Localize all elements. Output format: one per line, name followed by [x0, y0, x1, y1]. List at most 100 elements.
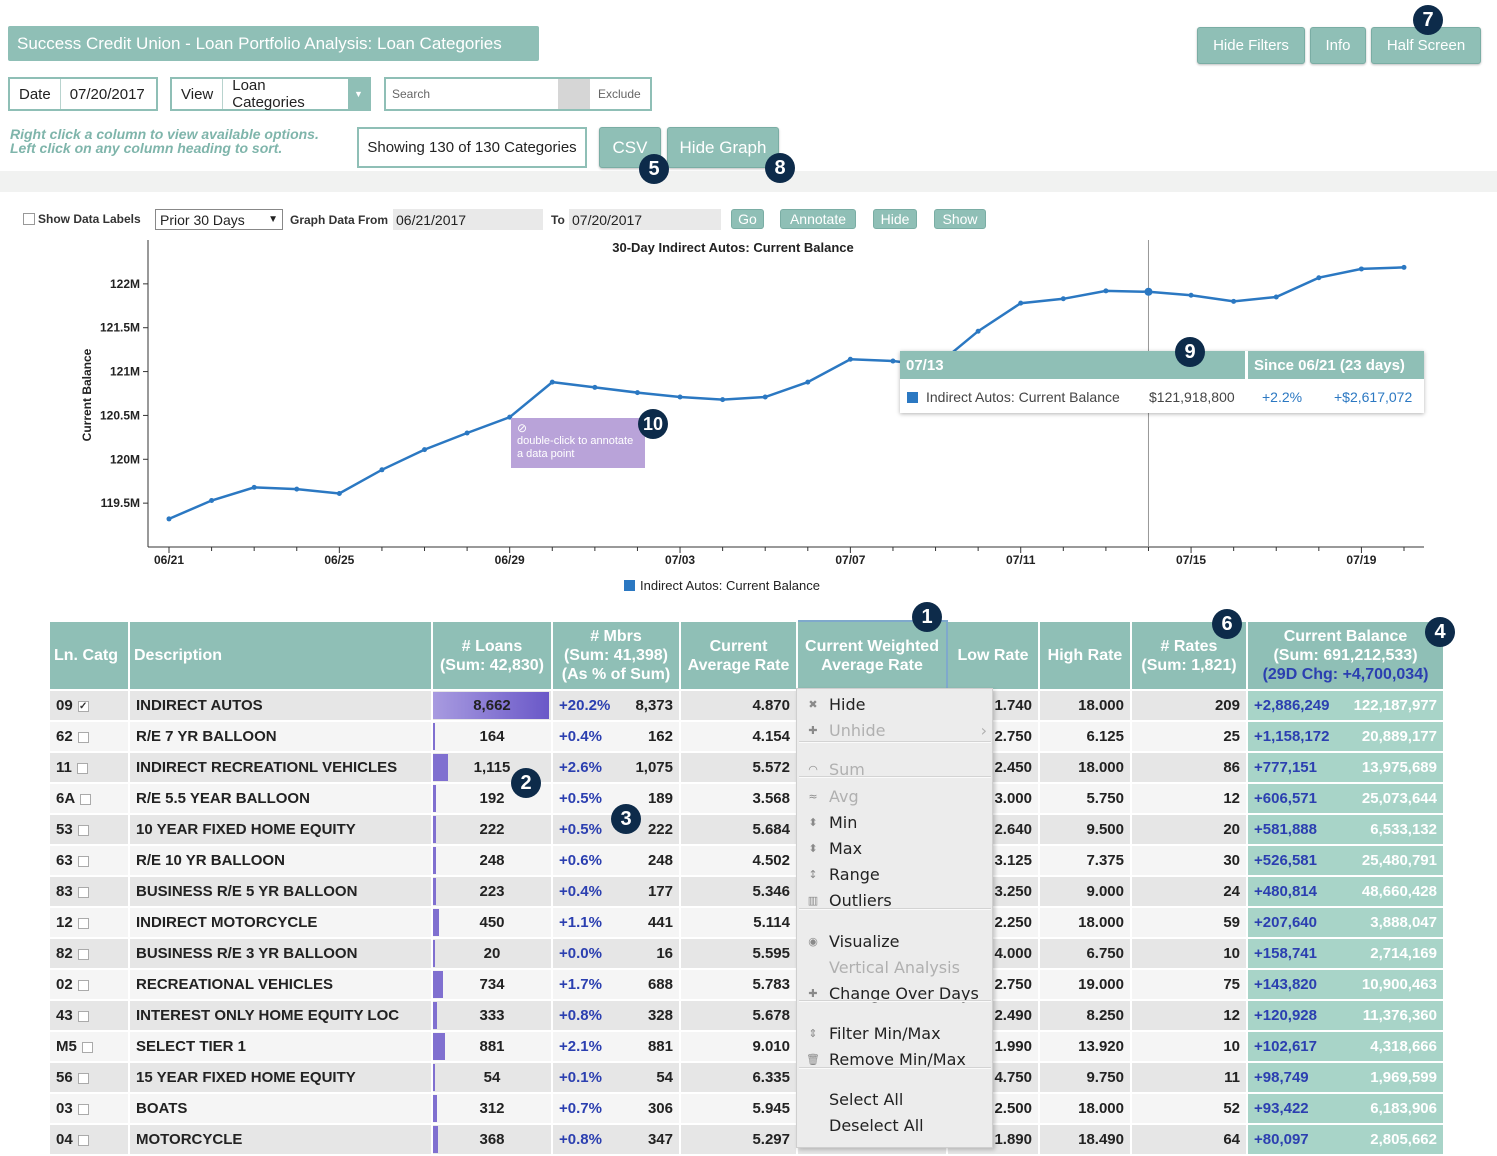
search-input[interactable]: Search: [386, 79, 558, 109]
cell-loans[interactable]: 222: [431, 813, 553, 846]
col-ln-catg[interactable]: Ln. Catg: [48, 620, 130, 691]
range-select[interactable]: Prior 30 Days ▼: [155, 209, 283, 230]
cell-mbrs[interactable]: +2.1% 881: [551, 1030, 681, 1063]
go-button[interactable]: Go: [731, 209, 764, 229]
row-checkbox[interactable]: [81, 1041, 93, 1053]
cell-rates[interactable]: 64: [1130, 1123, 1248, 1156]
cell-rates[interactable]: 86: [1130, 751, 1248, 784]
cell-loans[interactable]: 20: [431, 937, 553, 970]
cell-mbrs[interactable]: +0.8% 347: [551, 1123, 681, 1156]
cell-description[interactable]: INDIRECT AUTOS: [128, 689, 433, 722]
cell-mbrs[interactable]: +1.1% 441: [551, 906, 681, 939]
from-date-input[interactable]: 06/21/2017: [393, 209, 543, 230]
cell-high-rate[interactable]: 19.000: [1038, 968, 1132, 1001]
cell-balance[interactable]: +80,097 2,805,662: [1246, 1123, 1445, 1156]
cell-code[interactable]: M5: [48, 1030, 130, 1063]
table-row[interactable]: 02 RECREATIONAL VEHICLES 734 +1.7% 688 5.783 2…: [48, 968, 1445, 1001]
cell-high-rate[interactable]: 13.920: [1038, 1030, 1132, 1063]
loan-categories-table[interactable]: Ln. Catg Description # Loans (Sum: 42,83…: [48, 620, 1445, 1156]
row-checkbox[interactable]: [77, 731, 89, 743]
cell-high-rate[interactable]: 9.500: [1038, 813, 1132, 846]
cell-balance[interactable]: +480,814 48,660,428: [1246, 875, 1445, 908]
show-series-button[interactable]: Show: [934, 209, 986, 229]
table-row[interactable]: 43 INTEREST ONLY HOME EQUITY LOC 333 +0.8% 3…: [48, 999, 1445, 1032]
row-checkbox[interactable]: [77, 855, 89, 867]
cell-high-rate[interactable]: 6.750: [1038, 937, 1132, 970]
cell-balance[interactable]: +158,741 2,714,169: [1246, 937, 1445, 970]
cell-code[interactable]: 12: [48, 906, 130, 939]
cell-description[interactable]: SELECT TIER 1: [128, 1030, 433, 1063]
cell-balance[interactable]: +102,617 4,318,666: [1246, 1030, 1445, 1063]
row-checkbox[interactable]: [76, 762, 88, 774]
cell-avg-rate[interactable]: 5.783: [679, 968, 798, 1001]
exclude-toggle[interactable]: [558, 79, 590, 109]
cell-avg-rate[interactable]: 5.114: [679, 906, 798, 939]
cell-balance[interactable]: +143,820 10,900,463: [1246, 968, 1445, 1001]
cell-description[interactable]: INDIRECT RECREATIONL VEHICLES: [128, 751, 433, 784]
cell-description[interactable]: BUSINESS R/E 3 YR BALLOON: [128, 937, 433, 970]
cell-loans[interactable]: 248: [431, 844, 553, 877]
cell-description[interactable]: BOATS: [128, 1092, 433, 1125]
cell-description[interactable]: R/E 5.5 YEAR BALLOON: [128, 782, 433, 815]
table-row[interactable]: 04 MOTORCYCLE 368 +0.8% 347 5.297 1.890 18.490 6…: [48, 1123, 1445, 1156]
chevron-down-icon[interactable]: ▼: [348, 79, 369, 109]
cell-loans[interactable]: 734: [431, 968, 553, 1001]
cell-code[interactable]: 6A: [48, 782, 130, 815]
cell-mbrs[interactable]: +0.6% 248: [551, 844, 681, 877]
cell-loans[interactable]: 223: [431, 875, 553, 908]
cell-high-rate[interactable]: 6.125: [1038, 720, 1132, 753]
cell-description[interactable]: INTEREST ONLY HOME EQUITY LOC: [128, 999, 433, 1032]
cell-mbrs[interactable]: +20.2% 8,373: [551, 689, 681, 722]
cell-description[interactable]: R/E 7 YR BALLOON: [128, 720, 433, 753]
table-row[interactable]: 56 15 YEAR FIXED HOME EQUITY 54 +0.1% 54 6.33…: [48, 1061, 1445, 1094]
cell-mbrs[interactable]: +0.7% 306: [551, 1092, 681, 1125]
cell-rates[interactable]: 75: [1130, 968, 1248, 1001]
cell-high-rate[interactable]: 18.000: [1038, 751, 1132, 784]
cell-code[interactable]: 53: [48, 813, 130, 846]
cell-balance[interactable]: +606,571 25,073,644: [1246, 782, 1445, 815]
menu-item-unhide[interactable]: ✚ Unhide ›: [797, 718, 993, 742]
date-field[interactable]: Date 07/20/2017: [8, 77, 158, 111]
cell-code[interactable]: 82: [48, 937, 130, 970]
view-value[interactable]: Loan Categories: [223, 77, 348, 111]
menu-item-range[interactable]: ↕ Range: [797, 862, 993, 886]
view-select[interactable]: View Loan Categories ▼: [170, 77, 371, 111]
cell-description[interactable]: INDIRECT MOTORCYCLE: [128, 906, 433, 939]
cell-avg-rate[interactable]: 3.568: [679, 782, 798, 815]
cell-code[interactable]: 02: [48, 968, 130, 1001]
cell-description[interactable]: MOTORCYCLE: [128, 1123, 433, 1156]
cell-rates[interactable]: 30: [1130, 844, 1248, 877]
table-row[interactable]: 83 BUSINESS R/E 5 YR BALLOON 223 +0.4% 177 5.…: [48, 875, 1445, 908]
table-row[interactable]: 62 R/E 7 YR BALLOON 164 +0.4% 162 4.154 2.750 6…: [48, 720, 1445, 753]
table-row[interactable]: 12 INDIRECT MOTORCYCLE 450 +1.1% 441 5.114 2.2…: [48, 906, 1445, 939]
cell-balance[interactable]: +207,640 3,888,047: [1246, 906, 1445, 939]
cell-high-rate[interactable]: 18.000: [1038, 906, 1132, 939]
col-current-avg-rate[interactable]: Current Average Rate: [679, 620, 798, 691]
cell-description[interactable]: 10 YEAR FIXED HOME EQUITY: [128, 813, 433, 846]
cell-loans[interactable]: 881: [431, 1030, 553, 1063]
cell-rates[interactable]: 10: [1130, 937, 1248, 970]
checkbox-icon[interactable]: [23, 213, 35, 225]
cell-code[interactable]: 03: [48, 1092, 130, 1125]
hide-series-button[interactable]: Hide: [873, 209, 917, 229]
cell-rates[interactable]: 52: [1130, 1092, 1248, 1125]
cell-balance[interactable]: +120,928 11,376,360: [1246, 999, 1445, 1032]
row-checkbox[interactable]: [80, 793, 92, 805]
table-row[interactable]: 11 INDIRECT RECREATIONL VEHICLES 1,115 +2.6…: [48, 751, 1445, 784]
row-checkbox[interactable]: [77, 948, 89, 960]
cell-mbrs[interactable]: +0.1% 54: [551, 1061, 681, 1094]
cell-mbrs[interactable]: +0.8% 328: [551, 999, 681, 1032]
row-checkbox[interactable]: [77, 886, 89, 898]
table-row[interactable]: 82 BUSINESS R/E 3 YR BALLOON 20 +0.0% 16 5.59…: [48, 937, 1445, 970]
cell-avg-rate[interactable]: 4.502: [679, 844, 798, 877]
col-loans[interactable]: # Loans (Sum: 42,830): [431, 620, 553, 691]
cell-avg-rate[interactable]: 5.684: [679, 813, 798, 846]
col-current-balance[interactable]: Current Balance (Sum: 691,212,533) (29D …: [1246, 620, 1445, 691]
cell-description[interactable]: 15 YEAR FIXED HOME EQUITY: [128, 1061, 433, 1094]
row-checkbox[interactable]: [77, 979, 89, 991]
table-row[interactable]: 09 ✓ INDIRECT AUTOS 8,662 +20.2% 8,373 4.870 1.…: [48, 689, 1445, 722]
table-row[interactable]: 03 BOATS 312 +0.7% 306 5.945 2.500 18.000 52 +93,…: [48, 1092, 1445, 1125]
row-checkbox[interactable]: [77, 1072, 89, 1084]
cell-balance[interactable]: +581,888 6,533,132: [1246, 813, 1445, 846]
date-value[interactable]: 07/20/2017: [61, 79, 154, 109]
